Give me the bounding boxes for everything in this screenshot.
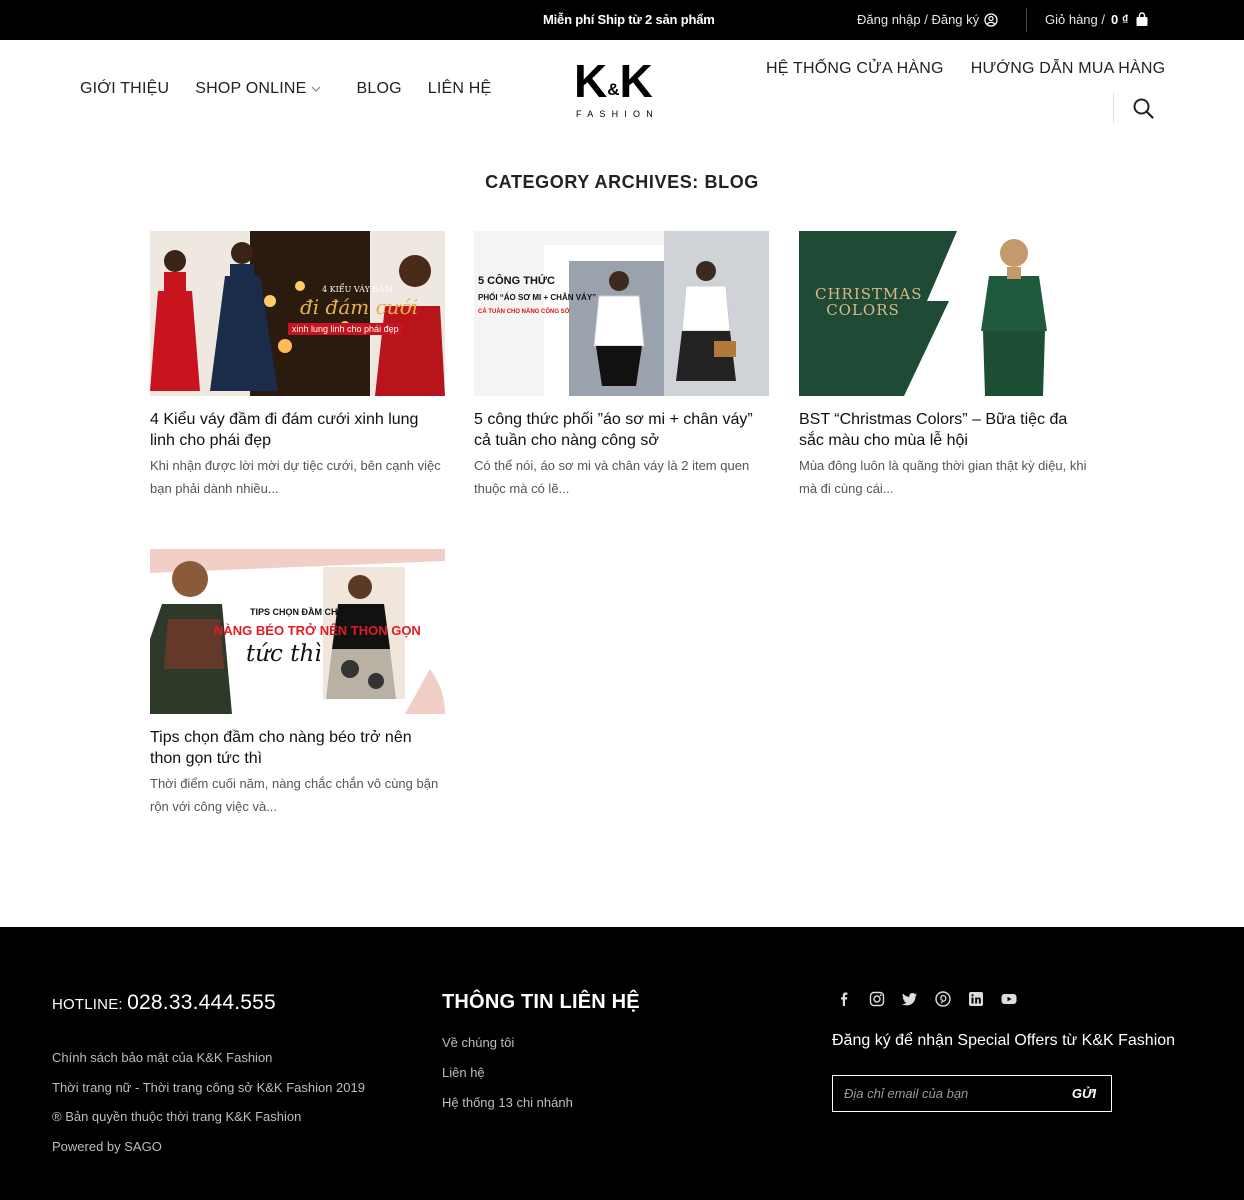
thumbnail-caption: 4 KIỂU VÁY ĐẦM [322, 285, 393, 294]
post-thumbnail[interactable]: CHRISTMAS COLORS [799, 231, 1094, 396]
blog-post-card[interactable]: 4 KIỂU VÁY ĐẦM đi đám cưới xinh lung lin… [150, 231, 445, 500]
blog-post-card[interactable]: TIPS CHỌN ĐẦM CHO NÀNG BÉO TRỞ NÊN THON … [150, 549, 445, 818]
page-title: CATEGORY ARCHIVES: BLOG [485, 172, 759, 192]
nav-gioi-thieu[interactable]: GIỚI THIỆU [80, 80, 169, 98]
user-icon [984, 12, 998, 27]
cart-total: 0 ₫ [1111, 12, 1129, 27]
footer-powered-by[interactable]: Powered by SAGO [52, 1132, 365, 1162]
free-shipping-promo: Miễn phí Ship từ 2 sản phẩm [543, 12, 715, 27]
thumbnail-caption: đi đám cưới [300, 295, 419, 319]
footer-link-contact[interactable]: Liên hệ [442, 1058, 573, 1088]
footer-link-about[interactable]: Về chúng tôi [442, 1028, 573, 1058]
thumbnail-caption: COLORS [826, 301, 900, 319]
cart-label: Giỏ hàng / [1045, 12, 1105, 27]
main-nav-right: HỆ THỐNG CỬA HÀNG HƯỚNG DẪN MUA HÀNG [766, 60, 1192, 78]
post-thumbnail[interactable]: 5 CÔNG THỨC PHỐI “ÁO SƠ MI + CHÂN VÁY” C… [474, 231, 769, 396]
nav-lien-he[interactable]: LIÊN HỆ [428, 80, 492, 98]
thumbnail-caption: NÀNG BÉO TRỞ NÊN THON GỌN [214, 623, 421, 638]
hotline: HOTLINE: 028.33.444.555 [52, 991, 276, 1015]
newsletter-email-input[interactable] [833, 1086, 1057, 1101]
top-bar: Miễn phí Ship từ 2 sản phẩm Đăng nhập / … [0, 0, 1244, 40]
footer: HOTLINE: 028.33.444.555 Chính sách bảo m… [0, 927, 1244, 1200]
post-title[interactable]: BST “Christmas Colors” – Bữa tiệc đa sắc… [799, 409, 1094, 451]
blog-post-card[interactable]: 5 CÔNG THỨC PHỐI “ÁO SƠ MI + CHÂN VÁY” C… [474, 231, 769, 500]
nav-shop-online[interactable]: SHOP ONLINE [195, 80, 320, 98]
post-excerpt: Có thể nói, áo sơ mi và chân váy là 2 it… [474, 458, 750, 496]
post-title[interactable]: 4 Kiểu váy đầm đi đám cưới xinh lung lin… [150, 409, 445, 451]
thumbnail-caption: PHỐI “ÁO SƠ MI + CHÂN VÁY” [478, 293, 597, 302]
hotline-number[interactable]: 028.33.444.555 [127, 991, 276, 1014]
thumbnail-caption: TIPS CHỌN ĐẦM CHO [250, 607, 345, 617]
thumbnail-caption: tức thì [246, 641, 322, 667]
post-thumbnail[interactable]: 4 KIỂU VÁY ĐẦM đi đám cưới xinh lung lin… [150, 231, 445, 396]
post-title[interactable]: 5 công thức phối ”áo sơ mi + chân váy” c… [474, 409, 769, 451]
blog-post-card[interactable]: CHRISTMAS COLORS BST “Christmas Colors” … [799, 231, 1094, 500]
footer-link-tagline[interactable]: Thời trang nữ - Thời trang công sở K&K F… [52, 1073, 365, 1103]
youtube-icon[interactable] [1001, 991, 1017, 1007]
logo-subtitle: FASHION [576, 109, 659, 119]
post-excerpt: Thời điểm cuối năm, nàng chắc chắn vô cù… [150, 776, 439, 814]
hotline-label: HOTLINE: [52, 996, 123, 1013]
newsletter-title: Đăng ký để nhận Special Offers từ K&K Fa… [832, 1032, 1176, 1049]
cart-link[interactable]: Giỏ hàng / 0 ₫ [1045, 12, 1149, 27]
kk-fashion-logo[interactable]: K & K FASHION [574, 58, 674, 124]
post-excerpt: Khi nhận được lời mời dự tiệc cưới, bên … [150, 458, 441, 496]
topbar-divider [1026, 8, 1027, 32]
footer-link-stores[interactable]: Hệ thống 13 chi nhánh [442, 1088, 573, 1118]
newsletter-form: GỬI [832, 1075, 1112, 1112]
footer-link-privacy[interactable]: Chính sách bảo mật của K&K Fashion [52, 1043, 365, 1073]
nav-he-thong-cua-hang[interactable]: HỆ THỐNG CỬA HÀNG [766, 60, 944, 78]
logo-letter-right: K [619, 55, 653, 107]
facebook-icon[interactable] [836, 991, 852, 1007]
login-register-label: Đăng nhập / Đăng ký [857, 12, 980, 27]
newsletter-submit-button[interactable]: GỬI [1057, 1086, 1111, 1101]
pinterest-icon[interactable] [935, 991, 951, 1007]
contact-links: Về chúng tôi Liên hệ Hệ thống 13 chi nhá… [442, 1028, 573, 1118]
instagram-icon[interactable] [869, 991, 885, 1007]
thumbnail-caption: xinh lung linh cho phái đẹp [288, 323, 403, 335]
shopping-bag-icon [1135, 12, 1149, 27]
linkedin-icon[interactable] [968, 991, 984, 1007]
logo-letter-left: K [574, 55, 607, 107]
chevron-down-icon [311, 85, 321, 93]
nav-blog[interactable]: BLOG [357, 80, 402, 98]
post-thumbnail[interactable]: TIPS CHỌN ĐẦM CHO NÀNG BÉO TRỞ NÊN THON … [150, 549, 445, 714]
logo-mark: K & K [574, 58, 674, 104]
search-icon[interactable] [1133, 98, 1154, 124]
main-nav-left: GIỚI THIỆU SHOP ONLINE BLOG LIÊN HỆ [80, 80, 517, 98]
post-title[interactable]: Tips chọn đầm cho nàng béo trở nên thon … [150, 727, 445, 769]
login-register-link[interactable]: Đăng nhập / Đăng ký [857, 12, 998, 27]
contact-info-title: THÔNG TIN LIÊN HỆ [442, 991, 640, 1013]
footer-copyright: ® Bản quyền thuộc thời trang K&K Fashion [52, 1109, 302, 1124]
logo-ampersand: & [607, 80, 619, 99]
thumbnail-caption: CẢ TUẦN CHO NÀNG CÔNG SỞ [478, 309, 570, 315]
nav-huong-dan-mua-hang[interactable]: HƯỚNG DẪN MUA HÀNG [971, 60, 1166, 78]
nav-shop-online-label: SHOP ONLINE [195, 80, 307, 97]
thumbnail-caption: 5 CÔNG THỨC [478, 275, 555, 287]
twitter-icon[interactable] [902, 991, 918, 1007]
social-links [836, 991, 1017, 1007]
footer-info-links: Chính sách bảo mật của K&K Fashion Thời … [52, 1043, 365, 1161]
post-excerpt: Mùa đông luôn là quãng thời gian thật kỳ… [799, 458, 1087, 496]
search-divider [1113, 93, 1114, 123]
